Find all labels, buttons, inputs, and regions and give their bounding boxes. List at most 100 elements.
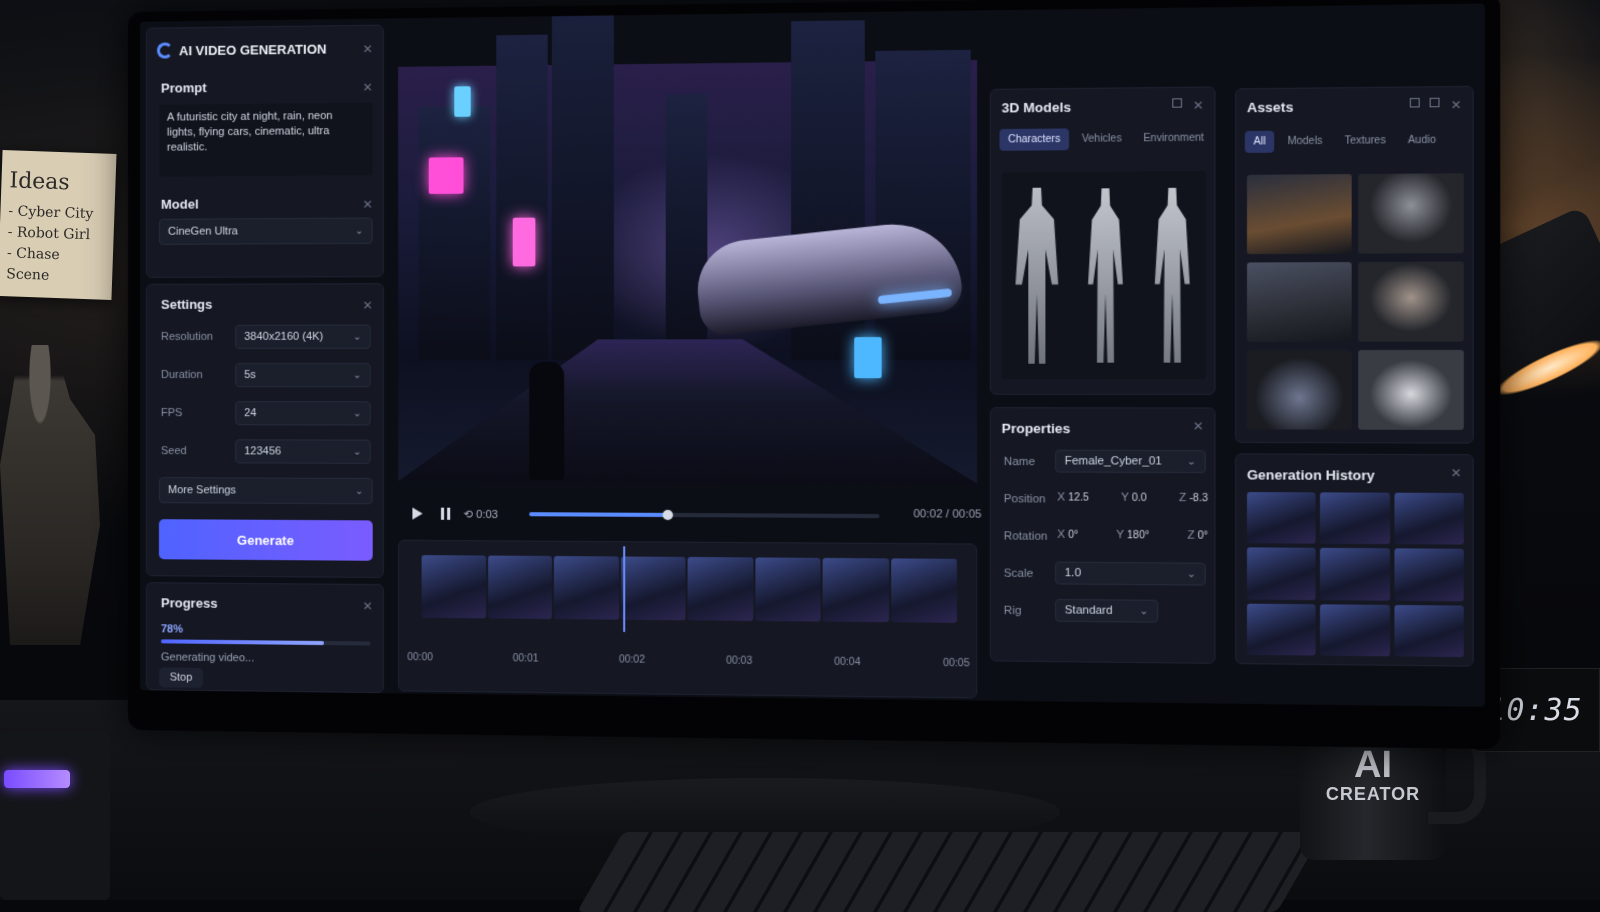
history-thumbnail[interactable] [1394,605,1464,657]
history-thumbnail[interactable] [1320,604,1389,656]
maximize-icon[interactable] [1430,98,1440,108]
resolution-select[interactable]: 3840x2160 (4K)⌄ [235,325,370,349]
rig-select[interactable]: Standard⌄ [1055,599,1158,623]
playhead[interactable] [623,546,625,632]
maximize-icon[interactable] [1172,98,1182,107]
history-thumbnail[interactable] [1394,549,1464,601]
history-title: Generation History [1247,467,1375,483]
neon-sign [513,218,536,267]
asset-thumbnail[interactable] [1247,262,1352,342]
pos-y-field[interactable]: Y 0.0 [1121,491,1147,504]
logo-icon [157,42,173,58]
character-model[interactable] [1015,188,1058,364]
position-label: Position [1004,493,1046,506]
generate-button[interactable]: Generate [159,519,373,561]
player-time: 00:02 / 00:05 [913,508,981,521]
scale-field[interactable]: 1.0⌄ [1055,562,1206,586]
chevron-down-icon: ⌄ [1187,568,1196,580]
scale-label: Scale [1004,567,1033,580]
pos-x-value: 12.5 [1068,492,1089,504]
timeline-frame [755,557,821,621]
asset-thumbnail[interactable] [1247,350,1352,430]
asset-thumbnail[interactable] [1247,174,1352,254]
timeline-frame [488,556,552,619]
rig-value: Standard [1065,604,1113,617]
history-thumbnail[interactable] [1247,603,1316,655]
close-icon[interactable]: ✕ [1450,466,1461,481]
close-icon[interactable]: ✕ [362,298,372,312]
rot-y-field[interactable]: Y 180° [1116,529,1149,542]
close-icon[interactable]: ✕ [362,80,372,94]
close-icon[interactable]: ✕ [362,42,372,56]
duration-label: Duration [161,369,203,381]
duration-value: 5s [244,369,256,381]
character-model[interactable] [1086,188,1125,363]
pos-x-field[interactable]: X 12.5 [1057,491,1089,504]
progress-title: Progress [161,595,218,611]
video-preview[interactable] [398,60,977,484]
loop-icon[interactable]: ⟲ 0:03 [464,508,499,521]
rot-z-field[interactable]: Z 0° [1187,529,1208,542]
properties-panel: Properties ✕ Name Female_Cyber_01⌄ Posit… [990,407,1216,664]
history-thumbnail[interactable] [1320,492,1389,544]
rot-x-field[interactable]: X 0° [1057,528,1078,541]
fps-select[interactable]: 24⌄ [235,401,370,425]
duration-select[interactable]: 5s⌄ [235,363,370,387]
tab-all[interactable]: All [1245,131,1274,153]
name-field[interactable]: Female_Cyber_01⌄ [1055,450,1206,473]
chevron-down-icon: ⌄ [353,446,362,457]
close-icon[interactable]: ✕ [362,197,372,211]
name-value: Female_Cyber_01 [1065,455,1162,468]
stop-button[interactable]: Stop [159,667,203,688]
history-thumbnail[interactable] [1247,492,1316,544]
timeline-frame [688,557,753,621]
close-icon[interactable]: ✕ [1450,98,1461,113]
timeline-strip[interactable] [422,555,957,623]
character-model[interactable] [1153,188,1192,363]
timeline-ruler: 00:00 00:01 00:02 00:03 00:04 00:05 [407,652,969,669]
rotation-label: Rotation [1004,530,1048,543]
timeline-frame [422,555,486,618]
asset-thumbnail[interactable] [1358,350,1464,430]
timeline-frame [554,556,619,620]
scrub-track[interactable] [529,512,879,518]
scrub-handle[interactable] [663,510,673,520]
monitor: AI VIDEO GENERATION ✕ Prompt ✕ A futuris… [128,0,1500,749]
close-icon[interactable]: ✕ [1193,98,1204,113]
close-icon[interactable]: ✕ [362,599,372,613]
more-settings-select[interactable]: More Settings⌄ [159,477,373,504]
model-select[interactable]: CineGen Ultra⌄ [159,218,373,245]
tab-models[interactable]: Models [1279,130,1332,152]
desk-device [0,732,110,900]
minimize-icon[interactable] [1410,98,1420,108]
tab-vehicles[interactable]: Vehicles [1073,128,1130,150]
axis-label: Y [1116,529,1124,542]
asset-thumbnail[interactable] [1358,262,1464,342]
tab-textures[interactable]: Textures [1336,130,1395,153]
pos-z-field[interactable]: Z -8.3 [1179,492,1208,505]
chevron-down-icon: ⌄ [355,486,364,497]
history-thumbnail[interactable] [1247,548,1316,600]
tab-environment[interactable]: Environment [1135,127,1213,150]
sticky-note-item: - Chase Scene [6,243,105,288]
tab-characters[interactable]: Characters [999,128,1068,150]
history-thumbnail[interactable] [1394,493,1464,545]
fps-label: FPS [161,407,182,419]
play-icon[interactable] [412,507,422,519]
settings-panel: Settings ✕ Resolution 3840x2160 (4K)⌄ Du… [146,283,384,578]
seed-value: 123456 [244,445,281,457]
stop-label: Stop [170,671,193,683]
asset-thumbnail[interactable] [1358,173,1464,253]
history-thumbnail[interactable] [1320,548,1389,600]
seed-input[interactable]: 123456 ⌄ [235,439,370,464]
progress-fill [161,639,324,645]
close-icon[interactable]: ✕ [1193,419,1204,434]
prompt-input[interactable]: A futuristic city at night, rain, neon l… [159,102,373,176]
app-title: AI VIDEO GENERATION [179,41,326,58]
history-panel: Generation History ✕ [1235,453,1474,666]
pause-icon[interactable] [441,508,450,520]
keyboard [577,832,1323,912]
timeline-tick: 00:05 [943,658,970,670]
tab-audio[interactable]: Audio [1399,129,1445,151]
progress-panel: Progress ✕ 78% Generating video... Stop [146,582,384,693]
